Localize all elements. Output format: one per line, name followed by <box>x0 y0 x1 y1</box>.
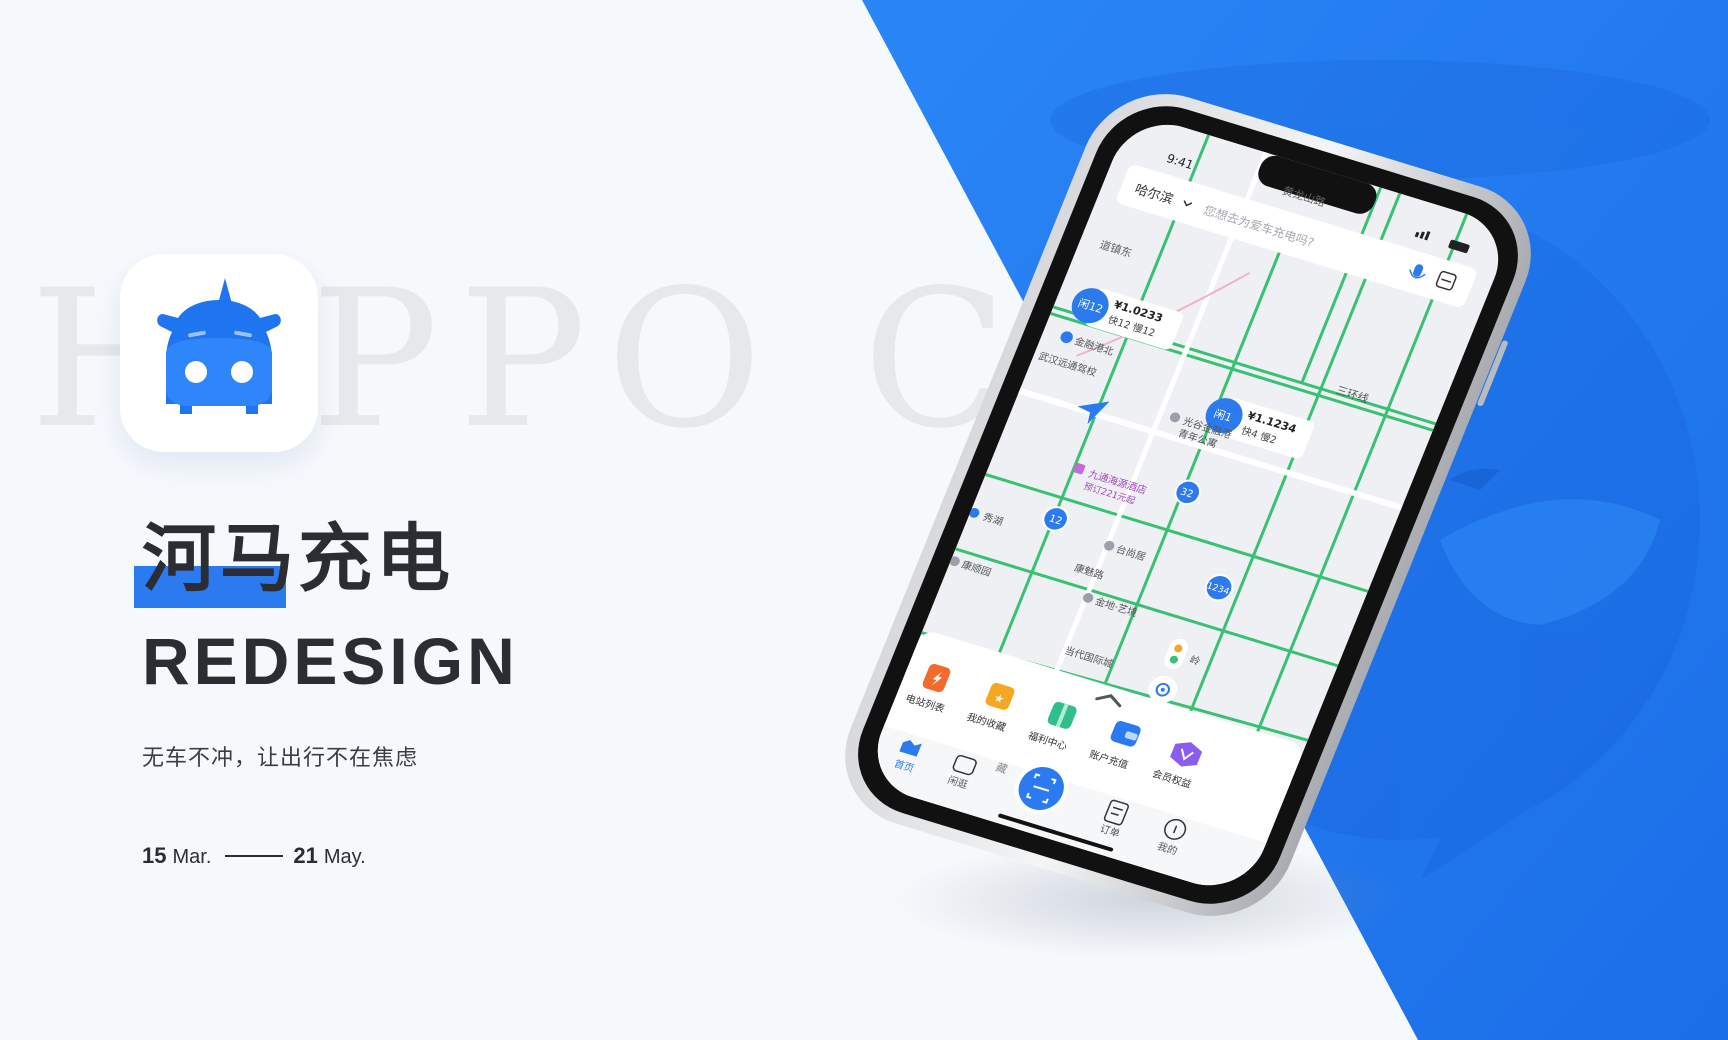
phone-mockup: 9:41 哈尔滨 您想去为爱车充电吗? 黄龙山路 道镇东 三环线 闲12 ¥1.… <box>845 94 1531 960</box>
promo-canvas: HIPPO CH 河马充电 REDESIGN 无车不冲，让出行不在焦虑 15 M… <box>0 0 1728 1040</box>
